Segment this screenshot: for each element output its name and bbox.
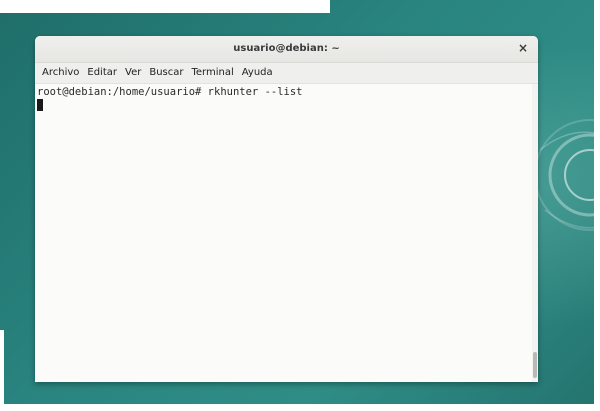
scrollbar-thumb[interactable] — [533, 352, 537, 378]
menu-ver[interactable]: Ver — [121, 63, 145, 83]
screenshot-crop-edge-top — [0, 0, 330, 13]
screenshot-crop-edge-right — [594, 0, 600, 411]
terminal-output[interactable]: root@debian:/home/usuario# rkhunter --li… — [35, 84, 532, 382]
close-icon[interactable]: × — [517, 41, 529, 55]
menu-editar[interactable]: Editar — [83, 63, 121, 83]
menu-ayuda[interactable]: Ayuda — [238, 63, 277, 83]
block-cursor-icon — [37, 99, 43, 111]
terminal-scrollbar[interactable] — [532, 84, 538, 382]
menu-terminal[interactable]: Terminal — [187, 63, 237, 83]
terminal-cursor-line — [37, 99, 532, 112]
terminal-window[interactable]: usuario@debian: ~ × Archivo Editar Ver B… — [35, 36, 538, 382]
menu-archivo[interactable]: Archivo — [38, 63, 83, 83]
terminal-line: root@debian:/home/usuario# rkhunter --li… — [37, 86, 303, 98]
window-title: usuario@debian: ~ — [233, 43, 340, 54]
screenshot-crop-edge-bottom — [0, 404, 600, 411]
screenshot-crop-edge-left — [0, 330, 4, 411]
menubar: Archivo Editar Ver Buscar Terminal Ayuda — [35, 63, 538, 84]
menu-buscar[interactable]: Buscar — [145, 63, 187, 83]
window-titlebar[interactable]: usuario@debian: ~ × — [35, 36, 538, 63]
